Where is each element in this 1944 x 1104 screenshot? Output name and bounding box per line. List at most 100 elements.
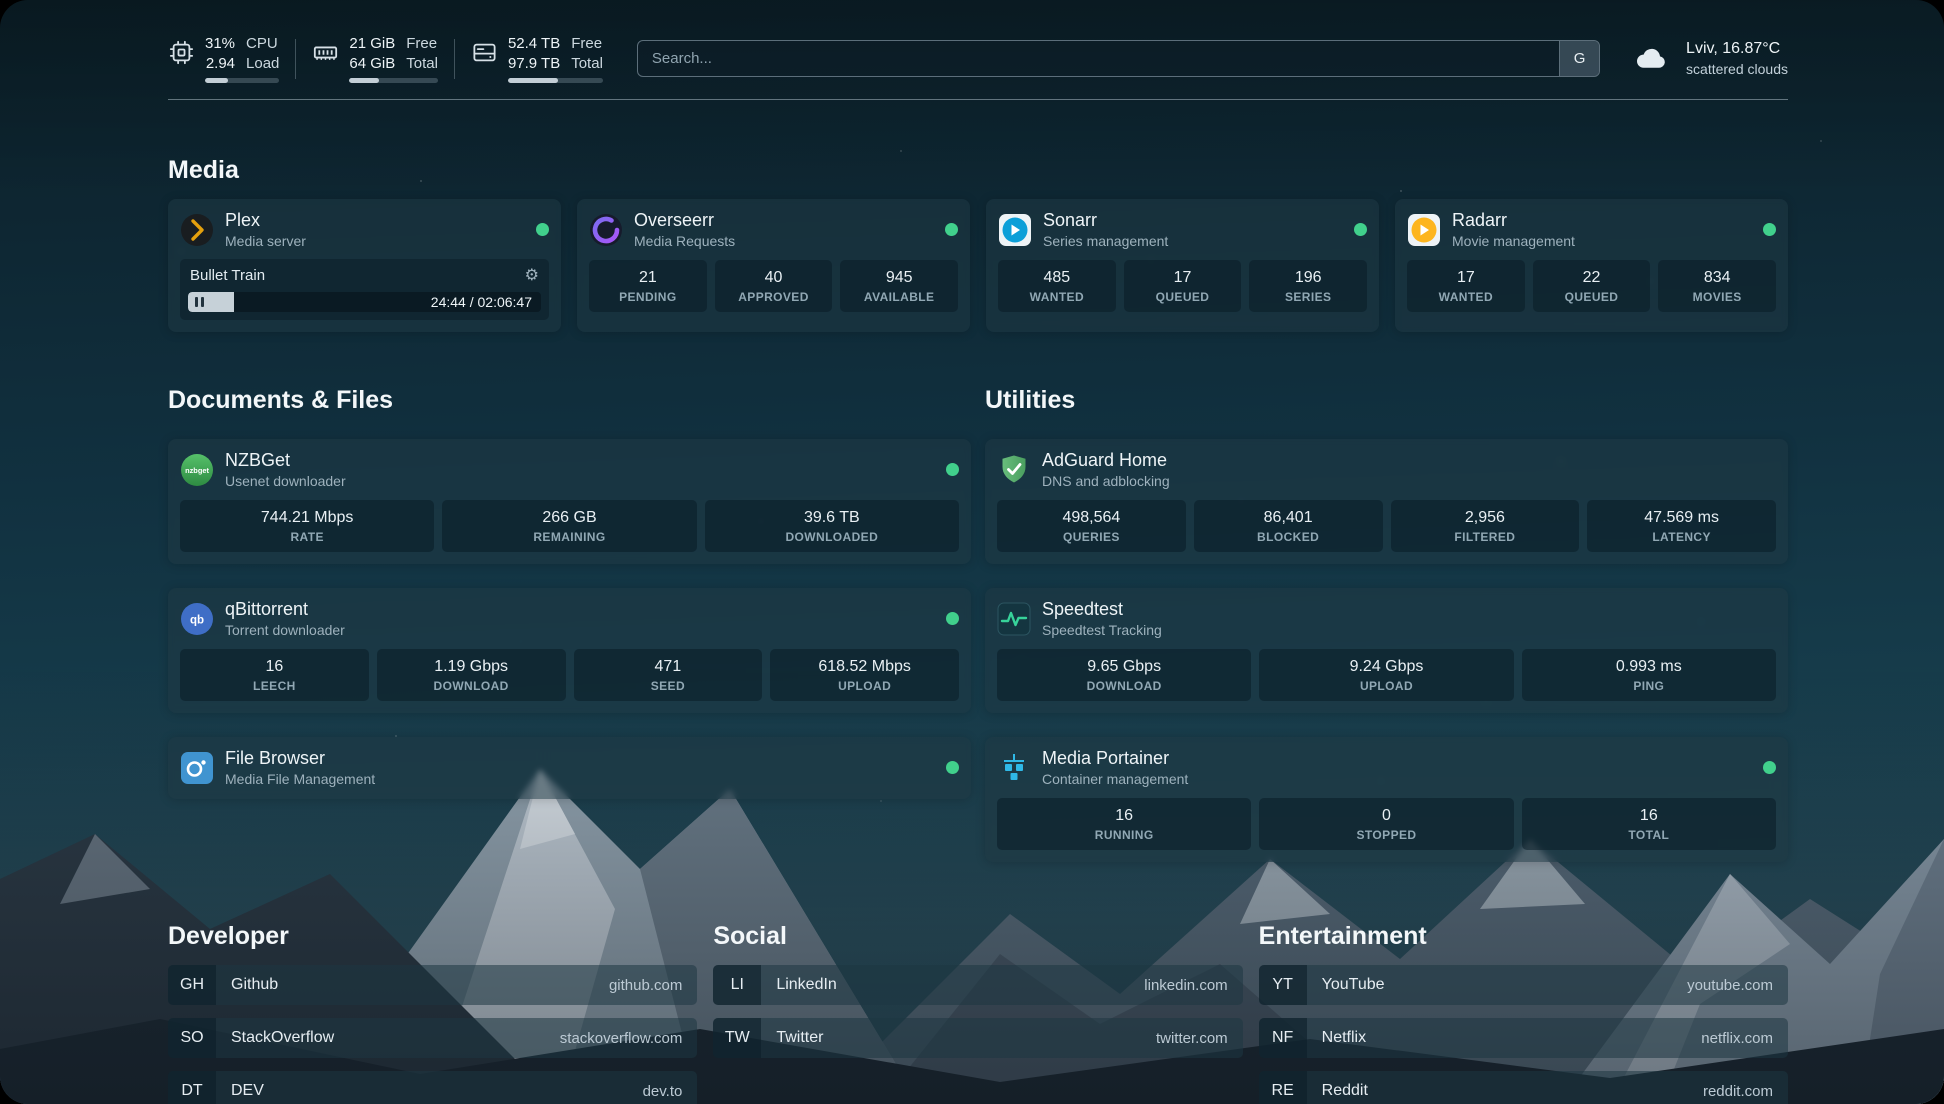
radarr-desc: Movie management [1452,233,1575,249]
disk-progress-track [508,78,603,83]
stat-value: 196 [1253,269,1363,287]
stat-label: QUEUED [1537,290,1647,304]
sonarr-stat-series: 196 SERIES [1249,260,1367,312]
cpu-load-label: Load [246,54,279,74]
stat-label: WANTED [1411,290,1521,304]
stat-value: 16 [1526,807,1772,825]
stat-label: DOWNLOADED [709,530,955,544]
bookmark-abbr: GH [168,965,216,1005]
disk-readout: 52.4 TB 97.9 TB Free Total [508,34,603,83]
stat-label: QUEUED [1128,290,1238,304]
bookmark-twitter[interactable]: TW Twitter twitter.com [713,1018,1242,1058]
stat-label: DOWNLOAD [1001,679,1247,693]
radarr-status-indicator [1763,223,1776,236]
plex-now-playing-title: Bullet Train [190,267,265,284]
cpu-progress-fill [205,78,228,83]
bookmark-name: Netflix [1322,1029,1366,1047]
stat-label: MOVIES [1662,290,1772,304]
stat-label: UPLOAD [774,679,955,693]
adguard-icon [997,453,1031,487]
settings-gear-icon[interactable] [525,268,539,284]
qbittorrent-card-header[interactable]: qb qBittorrent Torrent downloader [180,599,959,638]
radarr-name: Radarr [1452,210,1575,231]
stat-value: 266 GB [446,509,692,527]
nzbget-card: nzbget NZBGet Usenet downloader 744.21 M… [168,439,971,564]
bookmark-dev[interactable]: DT DEV dev.to [168,1071,697,1104]
weather-location: Lviv, 16.87°C [1686,39,1788,60]
bookmark-abbr: NF [1259,1018,1307,1058]
stat-label: PING [1526,679,1772,693]
bookmark-github[interactable]: GH Github github.com [168,965,697,1005]
bookmark-netflix[interactable]: NF Netflix netflix.com [1259,1018,1788,1058]
speedtest-name: Speedtest [1042,599,1162,620]
stat-label: UPLOAD [1263,679,1509,693]
speedtest-card-header[interactable]: Speedtest Speedtest Tracking [997,599,1776,638]
speedtest-stat-upload: 9.24 Gbps UPLOAD [1259,649,1513,701]
nzbget-card-header[interactable]: nzbget NZBGet Usenet downloader [180,450,959,489]
stat-label: WANTED [1002,290,1112,304]
qbittorrent-stat-seed: 471 SEED [574,649,763,701]
sonarr-stat-queued: 17 QUEUED [1124,260,1242,312]
developer-section-title: Developer [168,922,697,951]
radarr-stat-movies: 834 MOVIES [1658,260,1776,312]
stat-value: 16 [1001,807,1247,825]
svg-text:nzbget: nzbget [185,465,209,474]
stat-value: 485 [1002,269,1112,287]
radarr-card-header[interactable]: Radarr Movie management [1407,210,1776,249]
plex-card-header[interactable]: Plex Media server [180,210,549,249]
memory-free-label: Free [406,34,438,54]
svg-text:qb: qb [190,614,204,626]
bookmark-name: Github [231,976,278,994]
bookmark-linkedin[interactable]: LI LinkedIn linkedin.com [713,965,1242,1005]
bookmark-url: stackoverflow.com [560,1030,683,1047]
filebrowser-card-header[interactable]: File Browser Media File Management [180,748,959,787]
search-provider-button[interactable]: G [1559,41,1599,76]
qbittorrent-stat-upload: 618.52 Mbps UPLOAD [770,649,959,701]
overseerr-desc: Media Requests [634,233,735,249]
sonarr-card-header[interactable]: Sonarr Series management [998,210,1367,249]
stat-value: 39.6 TB [709,509,955,527]
disk-free-value: 52.4 TB [508,34,560,54]
sonarr-stat-wanted: 485 WANTED [998,260,1116,312]
memory-progress-fill [349,78,378,83]
stat-label: AVAILABLE [844,290,954,304]
stat-label: LEECH [184,679,365,693]
bookmark-stackoverflow[interactable]: SO StackOverflow stackoverflow.com [168,1018,697,1058]
overseerr-card-header[interactable]: Overseerr Media Requests [589,210,958,249]
portainer-desc: Container management [1042,771,1188,787]
bookmark-youtube[interactable]: YT YouTube youtube.com [1259,965,1788,1005]
utilities-section-title: Utilities [985,386,1788,415]
overseerr-stat-pending: 21 PENDING [589,260,707,312]
disk-widget: 52.4 TB 97.9 TB Free Total [471,34,603,83]
adguard-card-header[interactable]: AdGuard Home DNS and adblocking [997,450,1776,489]
overseerr-stat-available: 945 AVAILABLE [840,260,958,312]
stat-label: FILTERED [1395,530,1576,544]
stat-value: 17 [1128,269,1238,287]
entertainment-section-title: Entertainment [1259,922,1788,951]
stat-label: REMAINING [446,530,692,544]
sonarr-status-indicator [1354,223,1367,236]
bookmark-reddit[interactable]: RE Reddit reddit.com [1259,1071,1788,1104]
qbittorrent-name: qBittorrent [225,599,345,620]
qbittorrent-icon: qb [180,602,214,636]
cpu-load-avg: 2.94 [206,54,235,74]
bookmark-group-developer: Developer GH Github github.com SO StackO… [168,922,697,1104]
nzbget-stat-rate: 744.21 Mbps RATE [180,500,434,552]
portainer-card-header[interactable]: Media Portainer Container management [997,748,1776,787]
plex-status-indicator [536,223,549,236]
bookmark-abbr: RE [1259,1071,1307,1104]
plex-playback-progress[interactable]: 24:44 / 02:06:47 [188,292,541,312]
bookmark-url: netflix.com [1701,1030,1773,1047]
nzbget-stat-downloaded: 39.6 TB DOWNLOADED [705,500,959,552]
filebrowser-status-indicator [946,761,959,774]
bookmark-url: dev.to [643,1083,683,1100]
dashboard-content: 31% 2.94 CPU Load [0,0,1944,1104]
search-bar: G [637,40,1600,77]
weather-condition: scattered clouds [1686,60,1788,78]
bookmark-url: linkedin.com [1144,977,1227,994]
bookmark-abbr: TW [713,1018,761,1058]
qbittorrent-stat-download: 1.19 Gbps DOWNLOAD [377,649,566,701]
stat-value: 0.993 ms [1526,658,1772,676]
bookmark-url: twitter.com [1156,1030,1228,1047]
search-input[interactable] [638,41,1559,76]
